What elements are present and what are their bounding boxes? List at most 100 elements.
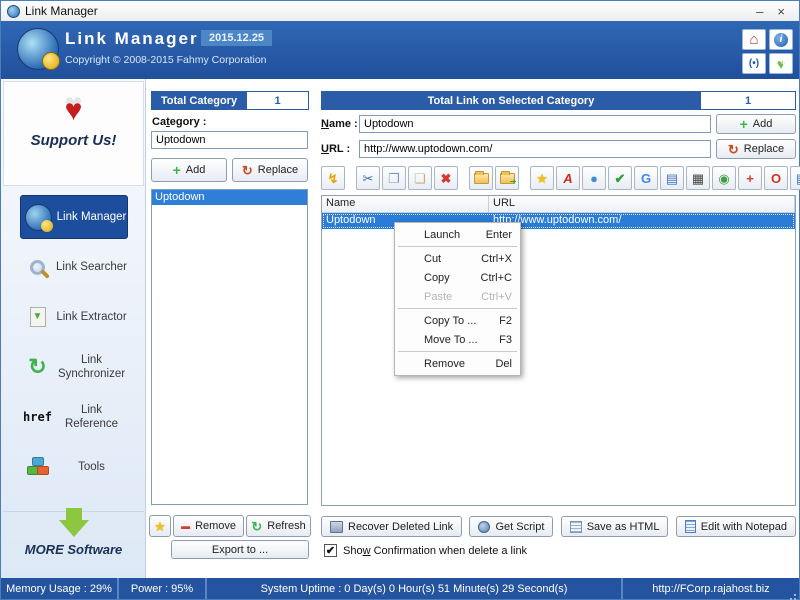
- app-logo-icon: [17, 28, 60, 70]
- category-refresh-button[interactable]: ↻ Refresh: [246, 515, 311, 537]
- lightning-icon: ↯: [327, 170, 339, 186]
- opera-button[interactable]: O: [764, 166, 788, 190]
- sidebar-item-tools[interactable]: Tools: [20, 445, 128, 489]
- category-label: Category :: [152, 116, 207, 128]
- paste-button[interactable]: ❏: [408, 166, 432, 190]
- category-input[interactable]: [151, 131, 308, 149]
- link-table[interactable]: Name URL Uptodown http://www.uptodown.co…: [321, 195, 796, 506]
- search-icon: [30, 259, 45, 275]
- globe-icon: ◉: [718, 170, 730, 186]
- copy-to-button[interactable]: [469, 166, 493, 190]
- extract-icon: [29, 307, 46, 327]
- web-ball-icon: ●: [590, 170, 598, 186]
- folder-export-icon: [499, 170, 517, 186]
- qr-code-icon: ▦: [691, 170, 705, 186]
- html-icon: [569, 520, 582, 533]
- menu-item-remove[interactable]: Remove Del: [395, 354, 520, 373]
- category-add-button[interactable]: + Add: [151, 158, 227, 182]
- recover-icon: [330, 520, 343, 533]
- name-input[interactable]: [359, 115, 711, 133]
- close-button[interactable]: ×: [777, 4, 785, 19]
- resize-grip[interactable]: [794, 594, 796, 596]
- url-label: URL :: [321, 143, 351, 155]
- url-input[interactable]: [359, 140, 711, 158]
- link-manager-icon: [25, 203, 53, 232]
- home-icon: ⌂: [749, 31, 759, 48]
- app-name: Link Manager: [65, 29, 199, 48]
- sidebar-nav: Link Manager Link Searcher Link Extracto…: [1, 191, 146, 495]
- link-replace-button[interactable]: ↻ Replace: [716, 139, 796, 159]
- link-add-button[interactable]: + Add: [716, 114, 796, 134]
- export-to-button[interactable]: Export to ...: [171, 540, 309, 559]
- show-confirmation-checkbox[interactable]: ✔ Show Confirmation when delete a link: [324, 544, 527, 557]
- checkbox-icon[interactable]: ✔: [324, 544, 337, 557]
- more-software-button[interactable]: MORE Software: [3, 508, 144, 575]
- app-icon: [7, 4, 20, 18]
- sidebar: ♥ Support Us! Link Manager Link Searcher…: [1, 79, 146, 578]
- save-as-html-button[interactable]: Save as HTML: [560, 516, 669, 537]
- sync-icon: ↻: [28, 354, 47, 379]
- href-icon: href: [23, 410, 52, 424]
- link-toolbar: ↯ ✂ ❐ ❏ ✖ ★ A ● ✔ G ▤ ▦ ◉ +: [321, 165, 800, 191]
- sidebar-item-link-reference[interactable]: href Link Reference: [20, 395, 128, 439]
- notepad-icon: [684, 520, 696, 533]
- replace-icon: ↻: [241, 162, 253, 178]
- donate-button[interactable]: ♥ +: [769, 53, 793, 74]
- total-link-label: Total Link on Selected Category: [322, 92, 700, 109]
- category-remove-button[interactable]: ▬ Remove: [173, 515, 245, 537]
- web-ball-button[interactable]: ●: [582, 166, 606, 190]
- category-favorite-button[interactable]: ★: [149, 515, 171, 537]
- add-service-button[interactable]: +: [738, 166, 762, 190]
- menu-item-copy-to[interactable]: Copy To ... F2: [395, 311, 520, 330]
- power-status: Power : 95%: [119, 578, 207, 599]
- pdf-button[interactable]: A: [556, 166, 580, 190]
- down-arrow-icon: [58, 508, 89, 537]
- table-row-selected[interactable]: Uptodown http://www.uptodown.com/: [322, 213, 795, 229]
- get-script-button[interactable]: Get Script: [469, 516, 554, 537]
- edit-with-notepad-button[interactable]: Edit with Notepad: [675, 516, 796, 537]
- plus-icon: +: [172, 162, 181, 178]
- column-header-name[interactable]: Name: [322, 196, 489, 212]
- home-button[interactable]: ⌂: [742, 29, 766, 50]
- document-button[interactable]: ▤: [660, 166, 684, 190]
- network-button[interactable]: (•): [742, 53, 766, 74]
- move-to-button[interactable]: [495, 166, 519, 190]
- menu-item-cut[interactable]: Cut Ctrl+X: [395, 249, 520, 268]
- sidebar-item-link-searcher[interactable]: Link Searcher: [20, 245, 128, 289]
- menu-item-move-to[interactable]: Move To ... F3: [395, 330, 520, 349]
- status-url[interactable]: http://FCorp.rajahost.biz: [623, 578, 799, 599]
- google-button[interactable]: G: [634, 166, 658, 190]
- total-link-bar: Total Link on Selected Category 1: [321, 91, 796, 110]
- sidebar-item-link-synchronizer[interactable]: ↻ Link Synchronizer: [20, 345, 128, 389]
- favorite-button[interactable]: ★: [530, 166, 554, 190]
- column-header-url[interactable]: URL: [489, 196, 795, 212]
- support-us-button[interactable]: ♥ Support Us!: [3, 81, 144, 186]
- category-list-item-selected[interactable]: Uptodown: [152, 190, 307, 205]
- status-bar: Memory Usage : 29% Power : 95% System Up…: [1, 578, 799, 599]
- remove-bar-icon: ▬: [181, 520, 191, 531]
- menu-item-launch[interactable]: Launch Enter: [395, 225, 520, 244]
- category-list[interactable]: Uptodown: [151, 189, 308, 505]
- launch-button[interactable]: ↯: [321, 166, 345, 190]
- notes-button[interactable]: ▤: [790, 166, 800, 190]
- spellcheck-icon: ✔: [614, 170, 626, 186]
- qr-code-button[interactable]: ▦: [686, 166, 710, 190]
- copy-button[interactable]: ❐: [382, 166, 406, 190]
- delete-button[interactable]: ✖: [434, 166, 458, 190]
- category-replace-button[interactable]: ↻ Replace: [232, 158, 308, 182]
- recover-deleted-link-button[interactable]: Recover Deleted Link: [321, 516, 463, 537]
- title-bar: Link Manager – ×: [1, 1, 799, 21]
- sidebar-item-link-extractor[interactable]: Link Extractor: [20, 295, 128, 339]
- script-icon: [478, 520, 491, 533]
- link-manager-window: Link Manager – × Link Manager 2015.12.25…: [0, 0, 800, 600]
- spellcheck-button[interactable]: ✔: [608, 166, 632, 190]
- menu-item-copy[interactable]: Copy Ctrl+C: [395, 268, 520, 287]
- info-button[interactable]: i: [769, 29, 793, 50]
- total-link-count: 1: [700, 92, 795, 109]
- tools-icon: [26, 457, 49, 477]
- globe-button[interactable]: ◉: [712, 166, 736, 190]
- sidebar-item-link-manager[interactable]: Link Manager: [19, 195, 128, 239]
- folder-icon: [473, 170, 489, 184]
- cut-button[interactable]: ✂: [356, 166, 380, 190]
- minimize-button[interactable]: –: [756, 4, 763, 19]
